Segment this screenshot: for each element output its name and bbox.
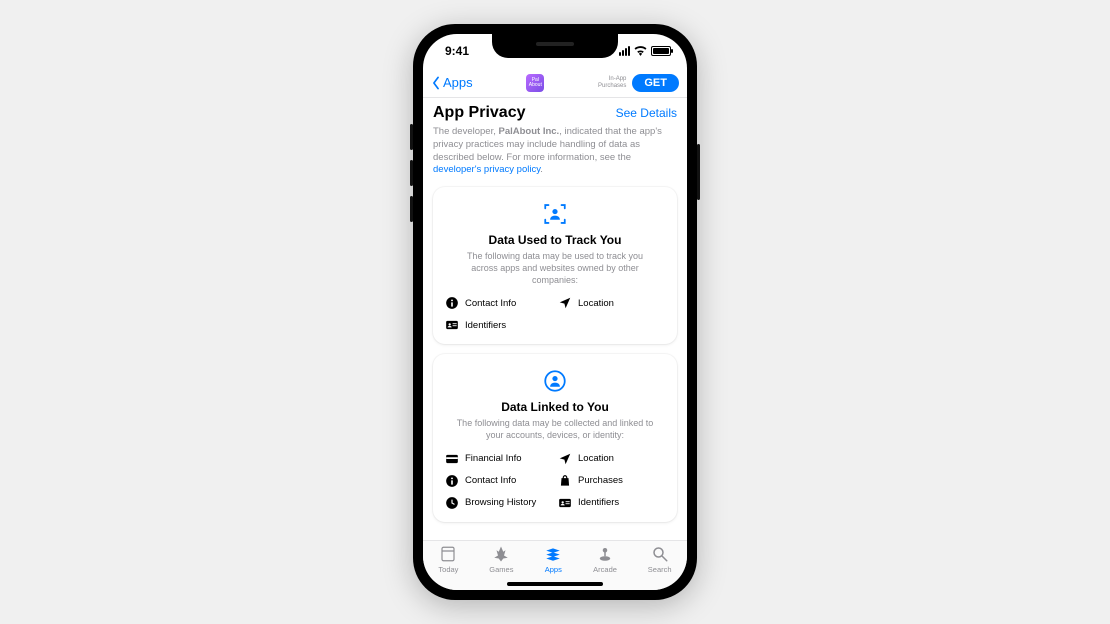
- cellular-icon: [619, 46, 630, 56]
- linked-card: Data Linked to You The following data ma…: [433, 354, 677, 521]
- phone-frame: 9:41 Apps Pal About In-App Purchases: [413, 24, 697, 600]
- track-data-grid: Contact Info Location Identifiers: [445, 296, 665, 332]
- content-area: App Privacy See Details The developer, P…: [423, 98, 687, 540]
- in-app-purchases-label: In-App Purchases: [598, 76, 626, 90]
- financial-icon: [445, 452, 459, 466]
- see-details-link[interactable]: See Details: [616, 106, 677, 120]
- privacy-policy-link[interactable]: developer's privacy policy: [433, 164, 540, 175]
- track-card-title: Data Used to Track You: [445, 233, 665, 247]
- track-card: Data Used to Track You The following dat…: [433, 187, 677, 344]
- linked-data-grid: Financial Info Location Contact Info Pur…: [445, 452, 665, 510]
- back-button[interactable]: Apps: [431, 75, 473, 90]
- data-item-identifiers: Identifiers: [558, 496, 665, 510]
- nav-right: In-App Purchases GET: [598, 74, 679, 92]
- apps-icon: [544, 545, 562, 563]
- history-icon: [445, 496, 459, 510]
- identifiers-icon: [445, 318, 459, 332]
- location-icon: [558, 296, 572, 310]
- linked-card-desc: The following data may be collected and …: [445, 418, 665, 441]
- track-icon: [445, 201, 665, 227]
- data-item-location: Location: [558, 452, 665, 466]
- data-item-location: Location: [558, 296, 665, 310]
- heading-row: App Privacy See Details: [433, 104, 677, 122]
- home-indicator[interactable]: [507, 582, 603, 586]
- status-time: 9:41: [445, 44, 469, 58]
- info-icon: [445, 296, 459, 310]
- data-item-identifiers: Identifiers: [445, 318, 552, 332]
- purchases-icon: [558, 474, 572, 488]
- tab-search[interactable]: Search: [648, 545, 672, 590]
- data-item-financial: Financial Info: [445, 452, 552, 466]
- wifi-icon: [634, 46, 647, 56]
- status-indicators: [619, 46, 671, 56]
- navigation-bar: Apps Pal About In-App Purchases GET: [423, 68, 687, 98]
- today-icon: [439, 545, 457, 563]
- intro-text: The developer, PalAbout Inc., indicated …: [433, 126, 677, 177]
- app-icon[interactable]: Pal About: [526, 74, 544, 92]
- chevron-left-icon: [431, 76, 441, 90]
- developer-name: PalAbout Inc.: [499, 126, 560, 137]
- info-icon: [445, 474, 459, 488]
- track-card-desc: The following data may be used to track …: [445, 251, 665, 286]
- data-item-purchases: Purchases: [558, 474, 665, 488]
- data-item-contact-info: Contact Info: [445, 296, 552, 310]
- search-icon: [651, 545, 669, 563]
- data-item-contact-info: Contact Info: [445, 474, 552, 488]
- data-item-browsing-history: Browsing History: [445, 496, 552, 510]
- tab-today[interactable]: Today: [438, 545, 458, 590]
- page-title: App Privacy: [433, 104, 525, 122]
- location-icon: [558, 452, 572, 466]
- back-label: Apps: [443, 75, 473, 90]
- games-icon: [492, 545, 510, 563]
- arcade-icon: [596, 545, 614, 563]
- screen: 9:41 Apps Pal About In-App Purchases: [423, 34, 687, 590]
- get-button[interactable]: GET: [632, 74, 679, 92]
- device-notch: [492, 34, 618, 58]
- battery-icon: [651, 46, 671, 56]
- identifiers-icon: [558, 496, 572, 510]
- linked-icon: [445, 368, 665, 394]
- linked-card-title: Data Linked to You: [445, 400, 665, 414]
